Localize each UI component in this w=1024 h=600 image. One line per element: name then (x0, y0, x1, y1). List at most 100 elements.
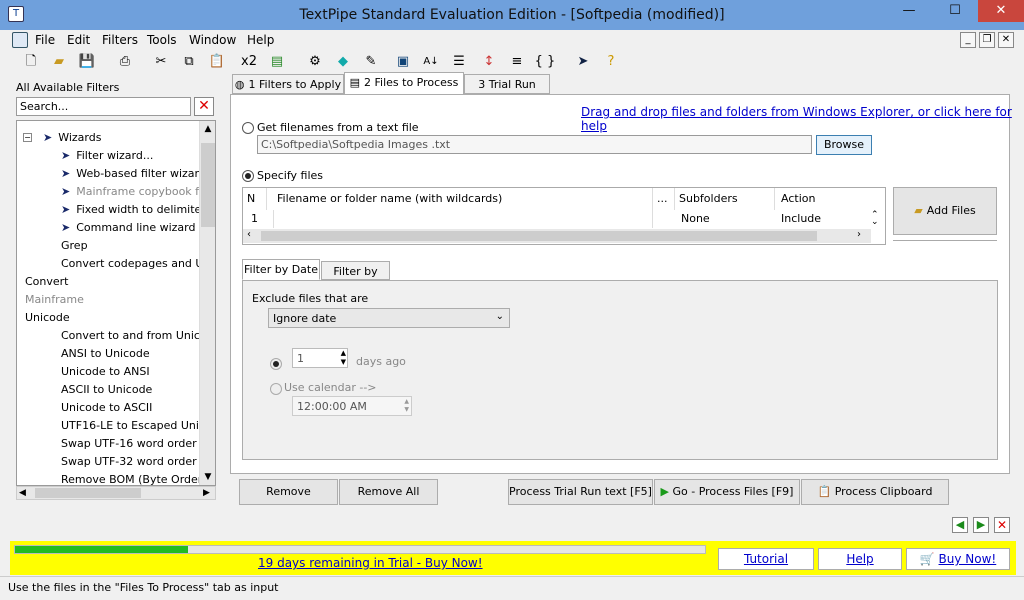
grid-scroll-thumb[interactable] (261, 231, 817, 241)
tree-item[interactable]: ➤ Fixed width to delimited w (61, 201, 215, 219)
grid-hscrollbar[interactable]: ‹ › (243, 229, 871, 243)
scroll-thumb[interactable] (201, 143, 215, 227)
tree-item[interactable]: Convert to and from Unicode (61, 327, 215, 345)
screen-icon[interactable]: ▣ (392, 52, 414, 72)
tree-item[interactable]: Unicode to ASCII (61, 399, 197, 417)
open-icon[interactable]: ▰ (48, 52, 70, 72)
pointer-icon[interactable]: ➤ (572, 52, 594, 72)
go-process-button[interactable]: ▶ Go - Process Files [F9] (654, 479, 800, 505)
doc-icon[interactable] (12, 32, 28, 48)
stepper-down-icon[interactable]: ▼ (341, 358, 346, 367)
save-icon[interactable]: 💾 (76, 52, 98, 72)
notes-icon[interactable]: ▤ (266, 52, 288, 72)
scroll-left-icon[interactable]: ◀ (19, 487, 26, 499)
tree-item[interactable]: ➤ Filter wizard... (61, 147, 197, 165)
grid-scroll-left-icon[interactable]: ‹ (247, 229, 251, 240)
tree-item[interactable]: ANSI to Unicode (61, 345, 197, 363)
tree-item[interactable]: ➤ Web-based filter wizard (61, 165, 206, 183)
help-icon[interactable]: ? (600, 52, 622, 72)
maximize-button[interactable]: ☐ (932, 0, 978, 22)
trial-remaining-link[interactable]: 19 days remaining in Trial - Buy Now! (258, 556, 483, 570)
help-link[interactable]: Drag and drop files and folders from Win… (581, 105, 1024, 133)
clear-search-icon[interactable]: ✕ (194, 97, 214, 116)
scroll-right-icon[interactable]: ▶ (203, 487, 210, 499)
radio-use-calendar[interactable] (270, 383, 282, 395)
add-files-button[interactable]: ▰ Add Files (893, 187, 997, 235)
menu-edit[interactable]: Edit (62, 31, 95, 49)
scroll-up-icon[interactable]: ▲ (200, 121, 215, 137)
doc-edit-icon[interactable]: ✎ (360, 52, 382, 72)
days-stepper[interactable]: 1 ▲ ▼ (292, 348, 348, 368)
tab-files-to-process[interactable]: ▤ 2 Files to Process (344, 72, 464, 95)
expand-icon[interactable]: − (23, 133, 32, 142)
cube-icon[interactable]: ◆ (332, 52, 354, 72)
time-picker[interactable]: 12:00:00 AM ▲ ▼ (292, 396, 412, 416)
filter-icon[interactable]: ⚙ (304, 52, 326, 72)
menu-window[interactable]: Window (184, 31, 241, 49)
files-grid[interactable]: N Filename or folder name (with wildcard… (242, 187, 886, 245)
buy-now-button[interactable]: 🛒 Buy Now! (906, 548, 1010, 570)
numbered-icon[interactable]: ≡ (506, 52, 528, 72)
tree-item[interactable]: Swap UTF-32 word order (61, 453, 197, 471)
radio-days-ago[interactable] (270, 358, 282, 370)
tab-filter-by-date[interactable]: Filter by Date (242, 259, 320, 280)
remove-all-button[interactable]: Remove All (339, 479, 438, 505)
mdi-restore-button[interactable]: ❐ (979, 32, 995, 48)
menu-file[interactable]: File (30, 31, 60, 49)
tree-item[interactable]: UTF16-LE to Escaped Unicod (61, 417, 215, 435)
tree-item[interactable]: +Convert (25, 273, 197, 291)
x2-icon[interactable]: x2 (238, 52, 260, 72)
cell-action[interactable]: Include (777, 210, 821, 228)
trial-run-button[interactable]: Process Trial Run text [F5] (508, 479, 653, 505)
tree-item[interactable]: ➤ Command line wizard (61, 219, 197, 237)
time-down-icon[interactable]: ▼ (404, 406, 409, 413)
filter-tree[interactable]: − ➤ Wizards ➤ Filter wizard... ➤ Web-based fil… (16, 120, 216, 486)
menu-help[interactable]: Help (242, 31, 279, 49)
tutorial-button[interactable]: Tutorial (718, 548, 814, 570)
tree-item[interactable]: Grep (61, 237, 197, 255)
tree-item[interactable]: Mainframe (25, 291, 197, 309)
help-button[interactable]: Help (818, 548, 902, 570)
cut-icon[interactable]: ✂ (150, 52, 172, 72)
tree-hscrollbar[interactable]: ◀ ▶ (16, 486, 216, 500)
grid-scroll-right-icon[interactable]: › (857, 229, 861, 240)
sort-icon[interactable]: ↕ (478, 52, 500, 72)
minimize-button[interactable]: — (886, 0, 932, 22)
tree-item[interactable]: Swap UTF-16 word order (61, 435, 197, 453)
cell-filename[interactable] (273, 210, 653, 228)
menu-filters[interactable]: Filters (97, 31, 143, 49)
tree-item[interactable]: ➤ Mainframe copybook filte (61, 183, 215, 201)
paste-icon[interactable]: 📋 (206, 52, 228, 72)
scroll-down-icon[interactable]: ▼ (200, 469, 215, 485)
tab-trial-run-area[interactable]: 3 Trial Run Area (464, 74, 550, 111)
tab-filter-by-size[interactable]: Filter by Size (321, 261, 390, 298)
tree-scrollbar[interactable]: ▲ ▼ (199, 121, 215, 485)
az-icon[interactable]: A↓ (420, 52, 442, 72)
tree-item[interactable]: Remove BOM (Byte Order M (61, 471, 215, 485)
remove-button[interactable]: Remove (239, 479, 338, 505)
cell-subfolders[interactable]: None (677, 210, 710, 228)
tree-item[interactable]: − ➤ Wizards (23, 129, 197, 147)
braces-icon[interactable]: { } (534, 52, 556, 72)
tree-item[interactable]: Unicode to ANSI (61, 363, 197, 381)
mdi-minimize-button[interactable]: _ (960, 32, 976, 48)
stepper-up-icon[interactable]: ▲ (341, 349, 346, 358)
hscroll-thumb[interactable] (35, 488, 141, 498)
text-file-path-field[interactable]: C:\Softpedia\Softpedia Images .txt (257, 135, 812, 154)
tab-filters-to-apply[interactable]: ◍ 1 Filters to Apply (232, 74, 344, 94)
copy-icon[interactable]: ⧉ (178, 52, 200, 72)
cell-ellipsis[interactable] (653, 210, 675, 228)
tree-item[interactable]: ASCII to Unicode (61, 381, 197, 399)
print-icon[interactable]: ⎙ (114, 52, 136, 72)
next-arrow-icon[interactable]: ▶ (973, 517, 989, 533)
menu-tools[interactable]: Tools (142, 31, 182, 49)
process-clipboard-button[interactable]: 📋 Process Clipboard (801, 479, 949, 505)
tree-item[interactable]: Convert codepages and Unic (61, 255, 215, 273)
close-button[interactable]: ✕ (978, 0, 1024, 22)
prev-arrow-icon[interactable]: ◀ (952, 517, 968, 533)
radio-specify-files[interactable] (242, 170, 254, 182)
search-input[interactable]: Search... (16, 97, 191, 116)
date-select[interactable]: Ignore date ⌄ (268, 308, 510, 328)
row-scroll-icon[interactable]: ⌃ ⌄ (871, 211, 879, 227)
browse-button[interactable]: Browse (816, 135, 872, 155)
